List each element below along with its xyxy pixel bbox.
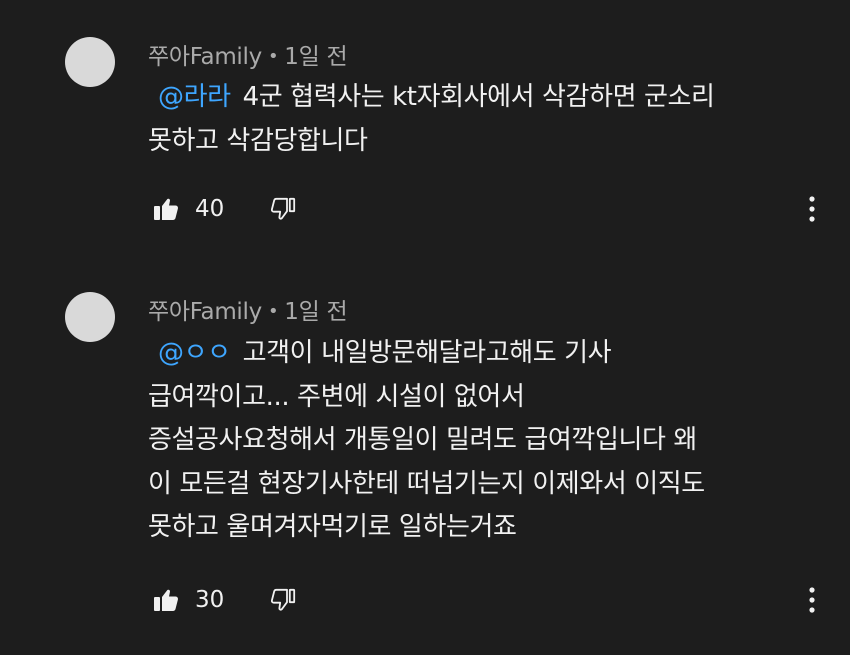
comment-line: 급여깍이고... 주변에 시설이 없어서 xyxy=(148,381,525,412)
avatar[interactable] xyxy=(65,37,115,87)
more-options-button[interactable] xyxy=(800,191,824,227)
comment: 쭈아Family • 1일 전 @ㅇㅇ 고객이 내일방문해달라고해도 기사 급여깍이고… xyxy=(0,290,850,655)
comment-text: @라라 4군 협력사는 kt자회사에서 삭감하면 군소리 못하고 삭감당합니다 xyxy=(148,76,838,163)
comment-meta: 쭈아Family • 1일 전 xyxy=(148,37,348,71)
comment-line: @ㅇㅇ 고객이 내일방문해달라고해도 기사 xyxy=(158,338,612,368)
mention-link[interactable]: @라라 xyxy=(158,82,231,112)
comment-actions: 30 xyxy=(152,580,297,620)
like-button[interactable] xyxy=(152,586,180,614)
thumbs-up-icon xyxy=(154,589,178,611)
author-name[interactable]: 쭈아Family xyxy=(148,44,262,70)
thumbs-up-icon xyxy=(154,198,178,220)
author-name[interactable]: 쭈아Family xyxy=(148,299,262,325)
dislike-button[interactable] xyxy=(269,586,297,614)
more-vertical-icon xyxy=(809,196,815,222)
like-count: 30 xyxy=(195,587,225,613)
avatar[interactable] xyxy=(65,292,115,342)
dislike-button[interactable] xyxy=(269,195,297,223)
comment-time[interactable]: 1일 전 xyxy=(284,299,347,325)
comment-line: 이 모든걸 현장기사한테 떠넘기는지 이제와서 이직도 xyxy=(148,468,705,499)
comment-time[interactable]: 1일 전 xyxy=(284,44,347,70)
comment-line: @라라 4군 협력사는 kt자회사에서 삭감하면 군소리 xyxy=(158,82,715,112)
comment: 쭈아Family • 1일 전 @라라 4군 협력사는 kt자회사에서 삭감하면 군소… xyxy=(0,0,850,290)
like-count: 40 xyxy=(195,196,225,222)
comment-line: 못하고 삭감당합니다 xyxy=(148,125,368,156)
comment-actions: 40 xyxy=(152,189,297,229)
more-options-button[interactable] xyxy=(800,582,824,618)
comment-line: 증설공사요청해서 개통일이 밀려도 급여깍입니다 왜 xyxy=(148,425,697,455)
mention-link[interactable]: @ㅇㅇ xyxy=(158,338,231,368)
more-vertical-icon xyxy=(809,587,815,613)
meta-separator: • xyxy=(267,46,279,67)
like-button[interactable] xyxy=(152,195,180,223)
meta-separator: • xyxy=(267,301,279,322)
comment-meta: 쭈아Family • 1일 전 xyxy=(148,292,348,326)
thumbs-down-icon xyxy=(270,197,296,220)
thumbs-down-icon xyxy=(270,588,296,611)
comment-line: 못하고 울며겨자먹기로 일하는거죠 xyxy=(148,512,517,542)
comment-text: @ㅇㅇ 고객이 내일방문해달라고해도 기사 급여깍이고... 주변에 시설이 없어… xyxy=(148,332,838,550)
